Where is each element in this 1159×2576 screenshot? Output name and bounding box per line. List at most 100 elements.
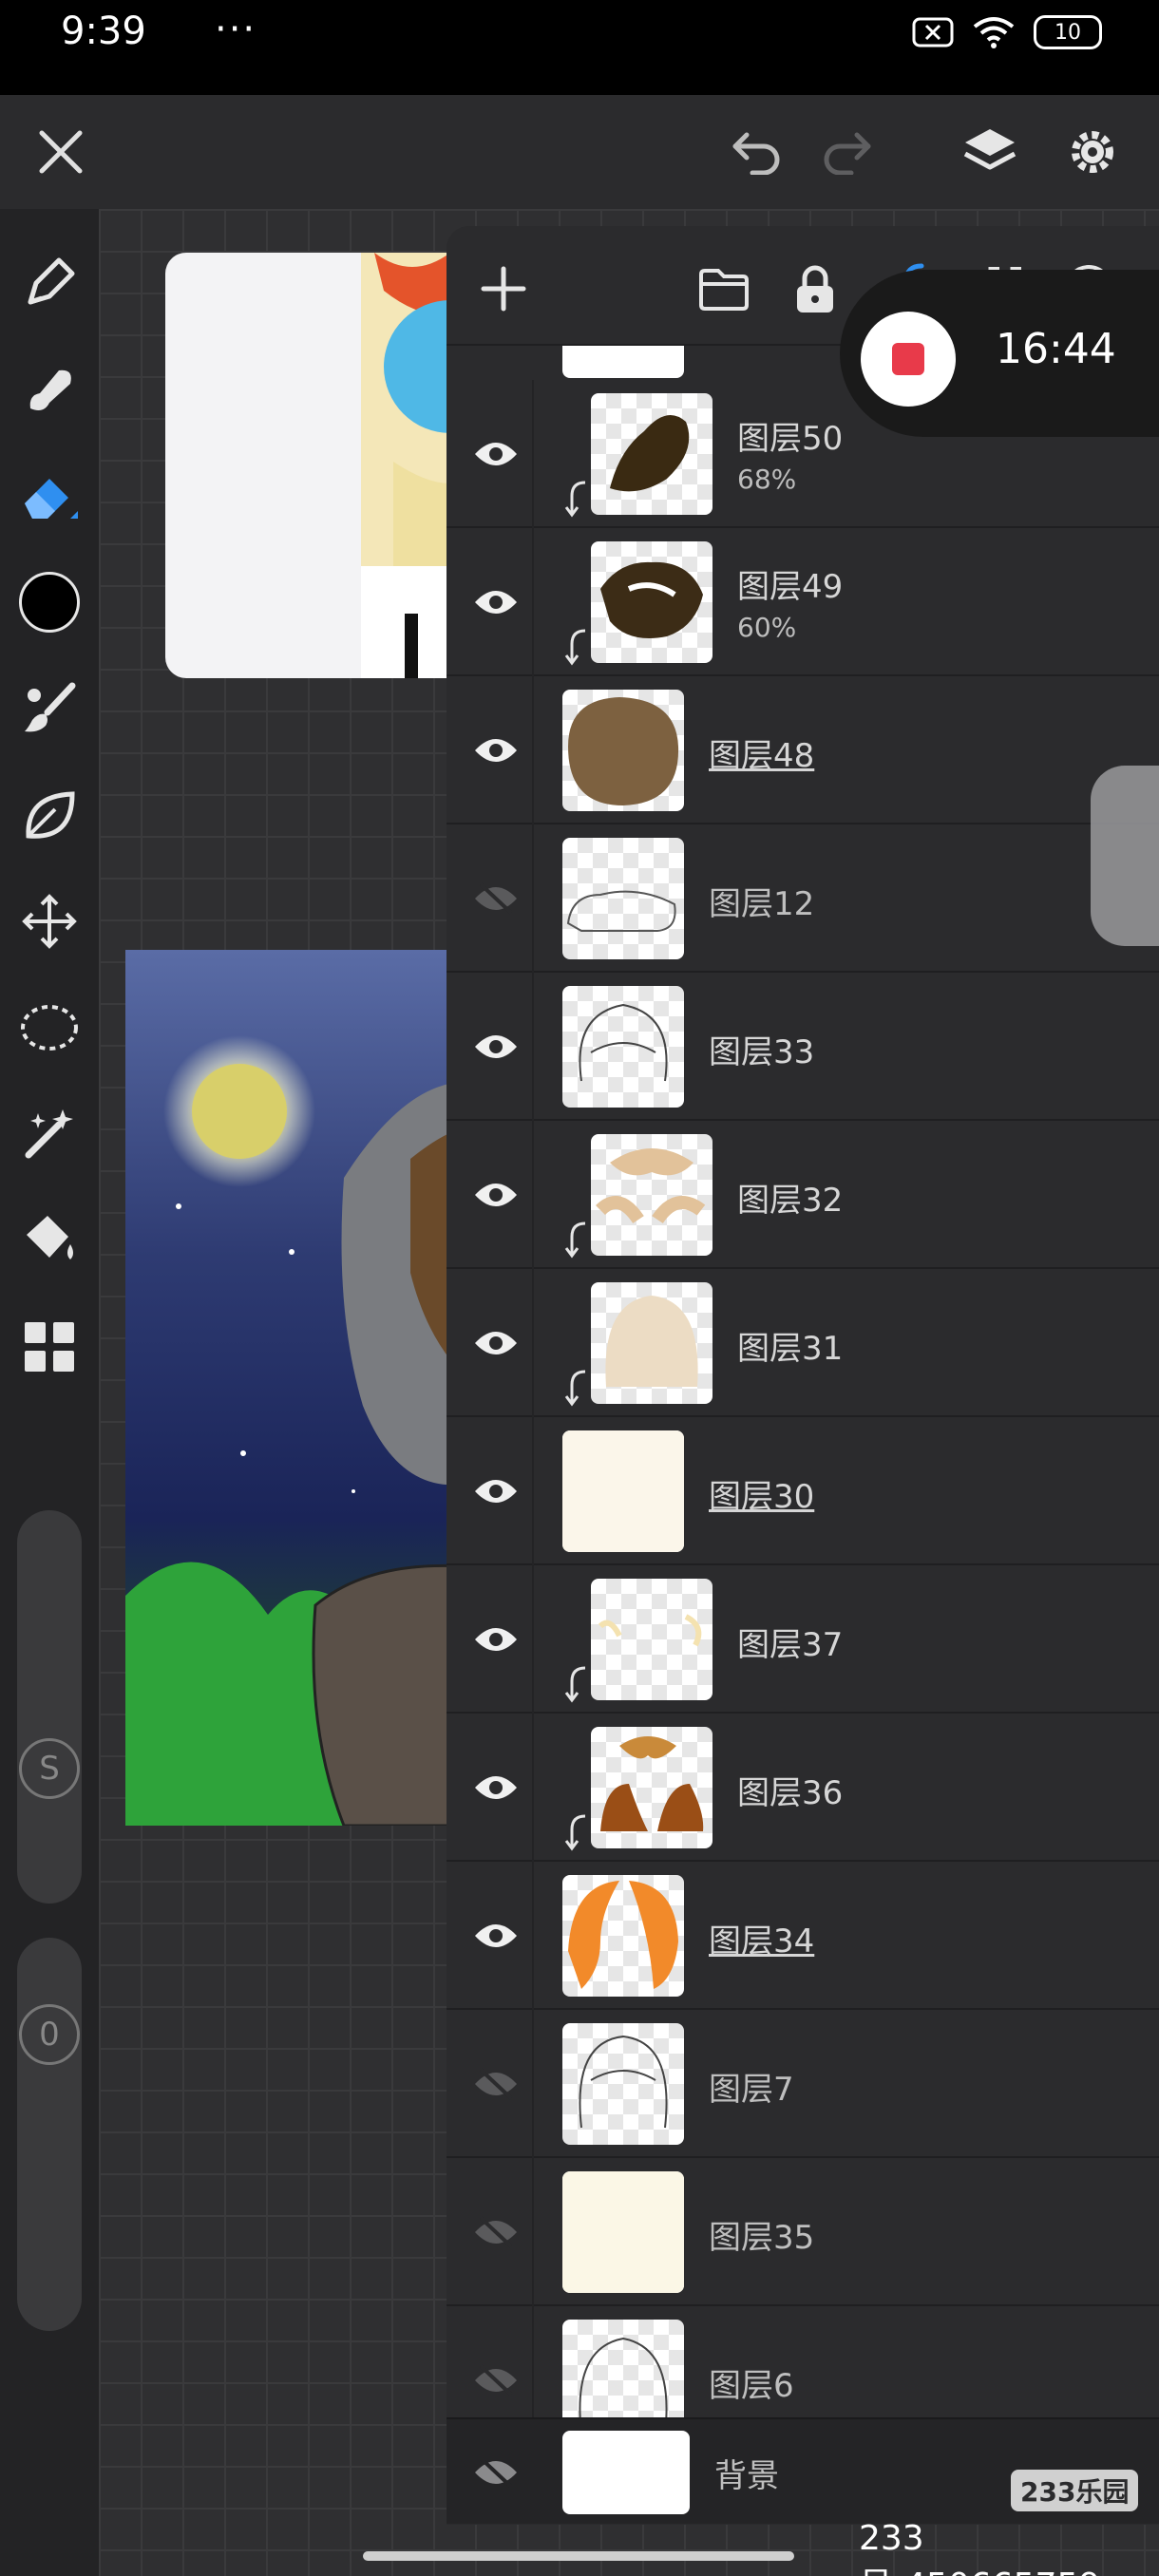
status-bar: 9:39 ··· 10 (0, 0, 1159, 95)
folder-icon[interactable] (695, 260, 752, 317)
tool-rail: S 0 (0, 209, 99, 2576)
magic-wand-icon[interactable] (11, 1096, 87, 1172)
layer-name: 图层33 (709, 1033, 815, 1071)
reference-artwork-top (361, 253, 479, 678)
leaf-liquify-icon[interactable] (11, 777, 87, 853)
brush-tool-icon[interactable] (11, 671, 87, 747)
visibility-eye-icon[interactable] (466, 1165, 526, 1225)
hidden-eye-icon[interactable] (466, 2054, 526, 2114)
visibility-eye-icon[interactable] (466, 1461, 526, 1522)
layer-row[interactable]: 图层7 (446, 2010, 1159, 2158)
layer-row[interactable]: 图层33 (446, 973, 1159, 1121)
layer-thumbnail (591, 1727, 712, 1848)
home-indicator[interactable] (363, 2551, 794, 2561)
clip-arrow-icon (562, 1666, 589, 1704)
battery-indicator: 10 (1034, 15, 1102, 49)
layer-row[interactable]: 图层34 (446, 1862, 1159, 2010)
layer-name: 图层6 (709, 2367, 794, 2405)
visibility-eye-icon[interactable] (466, 1016, 526, 1077)
undo-icon[interactable] (728, 123, 785, 180)
fill-bucket-icon[interactable] (11, 1203, 87, 1279)
layer-thumbnail (591, 1134, 712, 1256)
sim-error-icon (912, 17, 954, 47)
layers-icon[interactable] (961, 123, 1018, 180)
layer-name: 图层48 (709, 737, 815, 775)
size-slider-knob[interactable]: S (19, 1738, 80, 1799)
clip-arrow-icon (562, 481, 589, 519)
watermark-id: 233号:450665759 (859, 2519, 1100, 2576)
watermark-logo: 233乐园 (1011, 2470, 1139, 2511)
close-icon[interactable] (32, 123, 89, 180)
layer-opacity: 60% (737, 612, 797, 643)
layer-name: 图层35 (709, 2219, 815, 2257)
layer-name: 图层31 (737, 1330, 844, 1368)
visibility-eye-icon[interactable] (466, 720, 526, 781)
layer-row[interactable]: 图层37 (446, 1565, 1159, 1714)
layer-thumbnail (562, 1875, 684, 1997)
wifi-icon (973, 17, 1015, 48)
layer-thumbnail (562, 2023, 684, 2145)
hidden-eye-icon[interactable] (466, 2442, 526, 2503)
layer-name: 图层34 (709, 1923, 815, 1960)
layer-row[interactable]: 图层12 (446, 824, 1159, 973)
hidden-eye-icon[interactable] (466, 2350, 526, 2411)
redo-icon[interactable] (819, 123, 876, 180)
pen-tool-icon[interactable] (11, 245, 87, 321)
layer-thumbnail (562, 2171, 684, 2293)
opacity-slider-knob[interactable]: 0 (19, 2004, 80, 2065)
brush-opacity-slider[interactable]: 0 (17, 1938, 82, 2331)
layer-row[interactable]: 图层49 60% (446, 528, 1159, 676)
layer-name: 图层37 (737, 1626, 844, 1664)
floating-side-handle[interactable] (1091, 766, 1159, 946)
layer-thumbnail (562, 838, 684, 959)
layer-row[interactable]: 图层48 (446, 676, 1159, 824)
layer-row[interactable]: 图层32 (446, 1121, 1159, 1269)
layer-name: 图层7 (709, 2071, 794, 2109)
lasso-selection-icon[interactable] (11, 990, 87, 1066)
stop-recording-button[interactable] (861, 312, 956, 407)
layers-panel: 图层50 68% 图层49 60% 图层48 图层12 图层33 图层32 图层… (446, 226, 1159, 2525)
layer-row[interactable]: 图层30 (446, 1417, 1159, 1565)
brush-size-slider[interactable]: S (17, 1510, 82, 1904)
layer-opacity: 68% (737, 464, 797, 495)
partial-layer-thumbnail (562, 346, 684, 378)
visibility-eye-icon[interactable] (466, 424, 526, 484)
lock-icon[interactable] (787, 260, 844, 317)
background-thumbnail (562, 2431, 690, 2514)
settings-gear-icon[interactable] (1064, 123, 1121, 180)
layer-name: 图层12 (709, 885, 815, 923)
visibility-eye-icon[interactable] (466, 1609, 526, 1670)
grid-panels-icon[interactable] (11, 1309, 87, 1385)
reference-artwork-night (125, 1035, 477, 1826)
layer-row[interactable]: 图层31 (446, 1269, 1159, 1417)
eraser-tool-icon[interactable] (11, 458, 87, 534)
layer-row[interactable]: 图层36 (446, 1714, 1159, 1862)
add-layer-icon[interactable] (475, 260, 532, 317)
stop-square-icon (892, 343, 924, 375)
smudge-tool-icon[interactable] (11, 351, 87, 427)
layer-row[interactable]: 图层35 (446, 2158, 1159, 2306)
visibility-eye-icon[interactable] (466, 572, 526, 633)
layer-name: 图层36 (737, 1774, 844, 1812)
status-more-dots: ··· (215, 8, 257, 51)
layer-name: 图层32 (737, 1182, 844, 1220)
hidden-eye-icon[interactable] (466, 2202, 526, 2263)
hidden-eye-icon[interactable] (466, 868, 526, 929)
layer-thumbnail (591, 1579, 712, 1700)
reference-image-night (125, 950, 477, 1826)
visibility-eye-icon[interactable] (466, 1757, 526, 1818)
layer-thumbnail (591, 393, 712, 515)
layer-name: 图层30 (709, 1478, 815, 1516)
recording-timer: 16:44 (996, 325, 1116, 373)
visibility-eye-icon[interactable] (466, 1905, 526, 1966)
layer-thumbnail (562, 690, 684, 811)
transform-move-icon[interactable] (11, 883, 87, 959)
layer-thumbnail (562, 1430, 684, 1552)
color-swatch[interactable] (11, 564, 87, 640)
top-toolbar (0, 95, 1159, 209)
layer-name: 图层50 (737, 420, 844, 458)
visibility-eye-icon[interactable] (466, 1313, 526, 1373)
layer-thumbnail (591, 1282, 712, 1404)
reference-image-top (165, 253, 479, 678)
screen-recorder-widget: 16:44 (840, 270, 1159, 437)
